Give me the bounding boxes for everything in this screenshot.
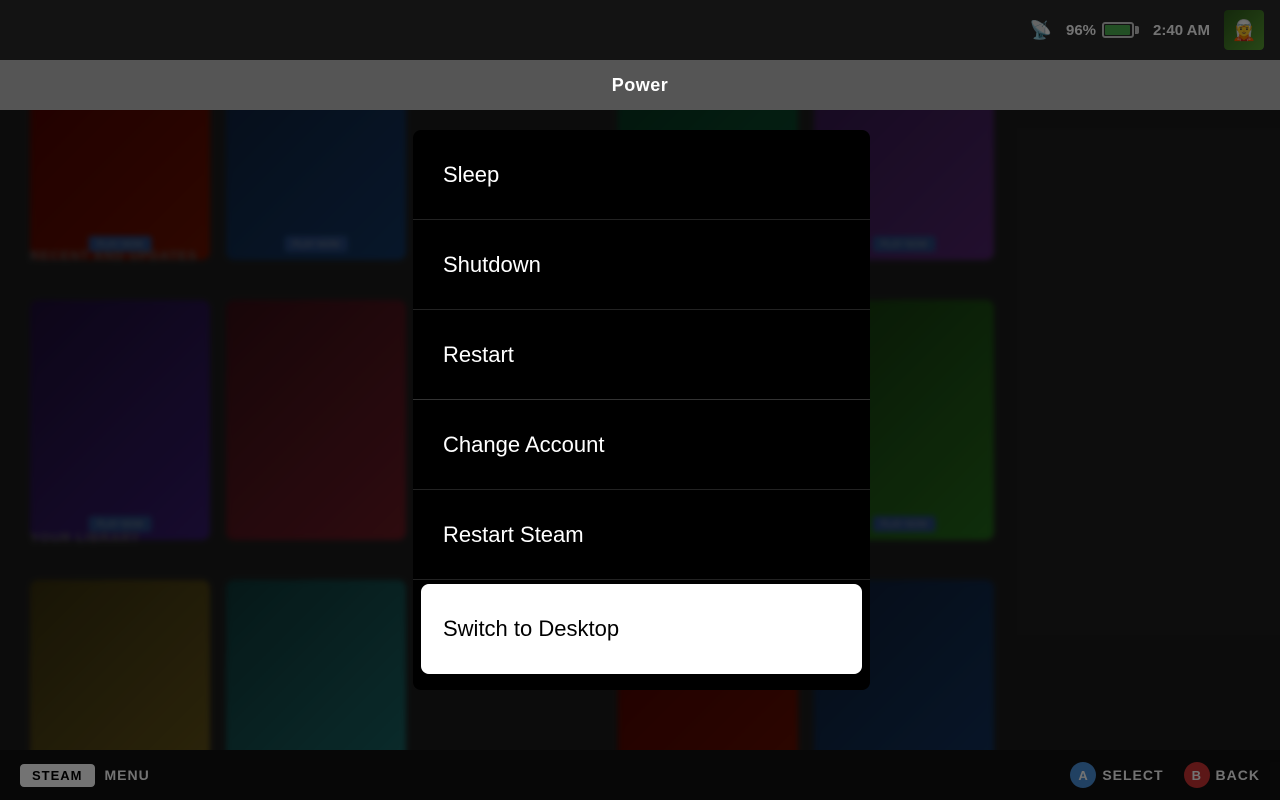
power-menu: Sleep Shutdown Restart Change Account Re… <box>413 130 870 690</box>
menu-item-shutdown[interactable]: Shutdown <box>413 220 870 310</box>
menu-item-change-account-label: Change Account <box>443 432 604 458</box>
menu-item-shutdown-label: Shutdown <box>443 252 541 278</box>
menu-item-restart-label: Restart <box>443 342 514 368</box>
menu-item-restart-steam[interactable]: Restart Steam <box>413 490 870 580</box>
menu-item-sleep-label: Sleep <box>443 162 499 188</box>
menu-item-switch-desktop-label: Switch to Desktop <box>443 616 619 642</box>
menu-item-cancel[interactable]: Cancel <box>413 678 870 690</box>
power-menu-title: Power <box>612 75 669 96</box>
menu-item-switch-desktop[interactable]: Switch to Desktop <box>421 584 862 674</box>
menu-item-sleep[interactable]: Sleep <box>413 130 870 220</box>
power-menu-header: Power <box>0 60 1280 110</box>
menu-item-restart[interactable]: Restart <box>413 310 870 400</box>
menu-item-restart-steam-label: Restart Steam <box>443 522 584 548</box>
menu-item-change-account[interactable]: Change Account <box>413 400 870 490</box>
